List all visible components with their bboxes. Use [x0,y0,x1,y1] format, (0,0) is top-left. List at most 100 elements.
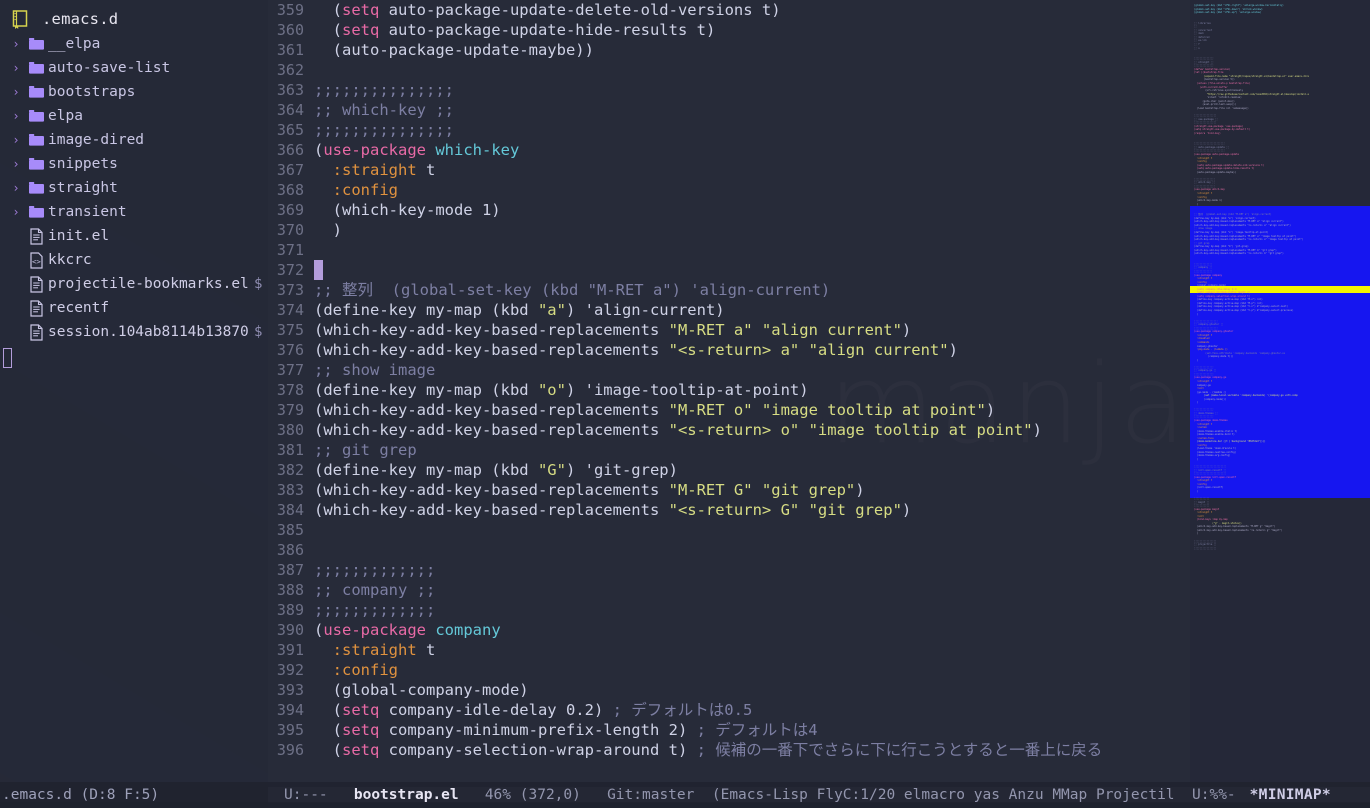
tree-item-projectile-bookmarks-el[interactable]: projectile-bookmarks.el $ [0,272,268,296]
file-tree-list[interactable]: › __elpa › auto-save-list › bootstraps › elpa › i… [0,32,268,344]
mode-line-vc-branch[interactable]: Git:master [607,787,694,803]
code-line[interactable]: 373 ;; 整列 (global-set-key (kbd "M-RET a")… [268,280,1190,300]
code-line[interactable]: 381 ;; git grep [268,440,1190,460]
tree-item-label: snippets [48,156,118,172]
tree-item-bootstraps[interactable]: › bootstraps [0,80,268,104]
line-number: 390 [276,621,304,639]
document-icon [24,323,48,341]
code-token: :straight [332,161,417,179]
code-line[interactable]: 384 (which-key-add-key-based-replacements… [268,500,1190,520]
code-line[interactable]: 379 (which-key-add-key-based-replacements… [268,400,1190,420]
project-root-row[interactable]: .emacs.d [0,6,268,32]
tree-item-label: __elpa [48,36,101,52]
tree-item-auto-save-list[interactable]: › auto-save-list [0,56,268,80]
code-line[interactable]: 389;;;;;;;;;;;;; [268,600,1190,620]
code-line[interactable]: 377 ;; show image [268,360,1190,380]
mode-line-buffer-name[interactable]: bootstrap.el [354,787,459,803]
code-line[interactable]: 376 (which-key-add-key-based-replacements… [268,340,1190,360]
tree-item-label: recentf [48,300,110,316]
tree-item-elpa[interactable]: › elpa [0,104,268,128]
chevron-right-icon[interactable]: › [8,157,24,171]
chevron-right-icon[interactable]: › [8,205,24,219]
code-line-text: (which-key-add-key-based-replacements "<… [314,340,958,360]
code-line[interactable]: 368 :config [268,180,1190,200]
code-token: ) [901,501,912,519]
code-lines[interactable]: 359 (setq auto-package-update-delete-old… [268,0,1190,760]
code-line-text: (setq company-selection-wrap-around t) ;… [314,740,1103,760]
chevron-right-icon[interactable]: › [8,181,24,195]
code-line[interactable]: 365;;;;;;;;;;;;;;; [268,120,1190,140]
chevron-right-icon[interactable]: › [8,133,24,147]
code-line-text: (define-key my-map (kbd "G") 'git-grep) [314,460,678,480]
code-line[interactable]: 386 [268,540,1190,560]
code-line-text: (which-key-add-key-based-replacements "M… [314,400,995,420]
code-line[interactable]: 371 [268,240,1190,260]
mode-line-main: U:--- bootstrap.el 46% (372,0) Git:maste… [268,787,1190,803]
chevron-right-icon[interactable]: › [8,109,24,123]
code-line[interactable]: 378 (define-key my-map (kbd "o") 'image-t… [268,380,1190,400]
code-token: (define-key my-map (kbd [314,381,538,399]
folder-icon [24,181,48,195]
code-line-text: ;; show image [314,360,435,380]
code-line[interactable]: 387;;;;;;;;;;;;; [268,560,1190,580]
tree-item-snippets[interactable]: › snippets [0,152,268,176]
code-line[interactable]: 383 (which-key-add-key-based-replacements… [268,480,1190,500]
file-tree-sidebar[interactable]: .emacs.d › __elpa › auto-save-list › bootstra… [0,0,268,808]
code-line[interactable]: 366 (use-package which-key [268,140,1190,160]
tree-item-session-104ab8114b13870[interactable]: session.104ab8114b13870 $ [0,320,268,344]
code-line-text: (global-company-mode) [314,680,529,700]
code-line-text: (which-key-mode 1) [314,200,501,220]
code-token: ;; git grep [314,441,417,459]
code-line[interactable]: 382 (define-key my-map (kbd "G") 'git-gre… [268,460,1190,480]
mode-line-minor-modes[interactable]: (Emacs-Lisp FlyC:1/20 elmacro yas Anzu M… [712,787,1175,803]
code-line[interactable]: 396 (setq company-selection-wrap-around … [268,740,1190,760]
code-line[interactable]: 369 (which-key-mode 1) [268,200,1190,220]
code-line[interactable]: 380 (which-key-add-key-based-replacements… [268,420,1190,440]
code-line[interactable]: 363;;;;;;;;;;;;;;; [268,80,1190,100]
code-line[interactable]: 360 (setq auto-package-update-hide-resul… [268,20,1190,40]
code-line[interactable]: 393 (global-company-mode) [268,680,1190,700]
tree-item-init-el[interactable]: init.el [0,224,268,248]
code-token: ;; 整列 (global-set-key (kbd "M-RET a") 'a… [314,281,831,299]
line-number: 364 [276,101,304,119]
code-line[interactable]: 395 (setq company-minimum-prefix-length … [268,720,1190,740]
tree-item-straight[interactable]: › straight [0,176,268,200]
code-line[interactable]: 390 (use-package company [268,620,1190,640]
code-line[interactable]: 370 ) [268,220,1190,240]
code-line[interactable]: 372 [268,260,1190,280]
code-token: ( [314,721,342,739]
code-line[interactable]: 362 [268,60,1190,80]
code-line[interactable]: 392 :config [268,660,1190,680]
line-number: 365 [276,121,304,139]
tree-item-image-dired[interactable]: › image-dired [0,128,268,152]
tree-item-kkcrc[interactable]: <> kkcrc [0,248,268,272]
document-icon [24,227,48,245]
code-line[interactable]: 361 (auto-package-update-maybe)) [268,40,1190,60]
code-token: ) [314,221,342,239]
code-line[interactable]: 394 (setq company-idle-delay 0.2) ; デフォル… [268,700,1190,720]
code-line[interactable]: 385 [268,520,1190,540]
code-token: setq [342,741,380,759]
tree-item-label: projectile-bookmarks.el [48,276,249,292]
code-line[interactable]: 359 (setq auto-package-update-delete-old… [268,0,1190,20]
tree-item--elpa[interactable]: › __elpa [0,32,268,56]
code-token: (which-key-add-key-based-replacements [314,341,669,359]
code-line-text: (use-package which-key [314,140,519,160]
code-line[interactable]: 367 :straight t [268,160,1190,180]
code-line[interactable]: 388 ;; company ;; [268,580,1190,600]
code-line[interactable]: 364 ;; which-key ;; [268,100,1190,120]
code-line[interactable]: 374 (define-key my-map (kbd "a") 'align-c… [268,300,1190,320]
code-line[interactable]: 391 :straight t [268,640,1190,660]
minimap-panel[interactable]: (global-set-key (kbd "<f9>-right") 'enla… [1190,0,1370,808]
chevron-right-icon[interactable]: › [8,85,24,99]
tree-item-transient[interactable]: › transient [0,200,268,224]
code-line[interactable]: 375 (which-key-add-key-based-replacements… [268,320,1190,340]
chevron-right-icon[interactable]: › [8,61,24,75]
code-editor-buffer[interactable]: manjaro 359 (setq auto-package-update-de… [268,0,1190,808]
chevron-right-icon[interactable]: › [8,37,24,51]
tree-item-recentf[interactable]: recentf [0,296,268,320]
